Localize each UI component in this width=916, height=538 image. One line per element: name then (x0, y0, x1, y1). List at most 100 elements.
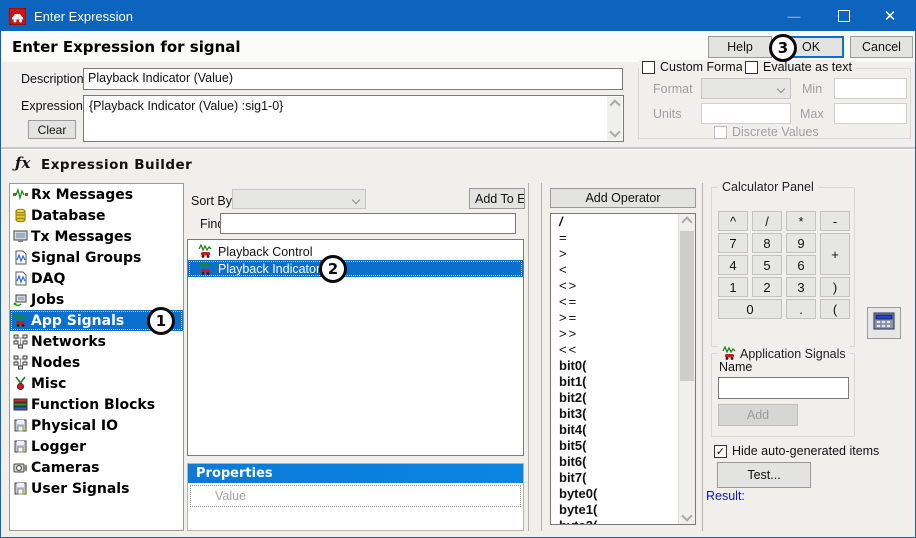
panel-splitter[interactable] (541, 183, 542, 531)
operator-item-byte0[interactable]: byte0( (551, 486, 695, 502)
calc-button-power[interactable]: ^ (718, 211, 748, 231)
sidebar-item-daq[interactable]: DAQ (10, 268, 183, 289)
checkbox-icon (714, 126, 727, 139)
operator-item-[interactable]: >> (551, 326, 695, 342)
calc-button-1[interactable]: 1 (718, 277, 748, 297)
scroll-up-icon[interactable] (609, 99, 620, 110)
minimize-button[interactable]: — (771, 1, 817, 31)
operator-item-[interactable]: << (551, 342, 695, 358)
chevron-down-icon (777, 85, 785, 93)
operator-item-bit2[interactable]: bit2( (551, 390, 695, 406)
floppy-icon (13, 481, 28, 496)
test-button[interactable]: Test... (717, 462, 811, 488)
clear-button[interactable]: Clear (28, 120, 76, 139)
calc-button-2[interactable]: 2 (752, 277, 782, 297)
sidebar-item-signal-groups[interactable]: Signal Groups (10, 247, 183, 268)
app-signal-icon (198, 244, 213, 259)
sidebar-item-function-blocks[interactable]: Function Blocks (10, 394, 183, 415)
calc-button-minus[interactable]: - (820, 211, 850, 231)
operator-item-[interactable]: <= (551, 294, 695, 310)
scroll-up-icon[interactable] (679, 214, 695, 230)
calc-button-6[interactable]: 6 (786, 255, 816, 275)
evaluate-as-text-checkbox[interactable]: Evaluate as text (742, 60, 855, 74)
help-button[interactable]: Help (708, 36, 772, 58)
calc-button-7[interactable]: 7 (718, 233, 748, 253)
open-calculator-button[interactable] (867, 307, 901, 339)
expression-scrollbar[interactable] (607, 97, 622, 140)
custom-format-checkbox[interactable]: Custom Format (639, 60, 749, 74)
add-operator-button[interactable]: Add Operator (550, 188, 696, 208)
panel-splitter[interactable] (528, 183, 529, 531)
operator-item-byte2[interactable]: byte2( (551, 518, 695, 525)
operator-item-bit5[interactable]: bit5( (551, 438, 695, 454)
operator-item-bit0[interactable]: bit0( (551, 358, 695, 374)
scrollbar-thumb[interactable] (680, 231, 694, 381)
sidebar-item-logger[interactable]: Logger (10, 436, 183, 457)
app-signal-icon (722, 346, 737, 361)
calc-button-8[interactable]: 8 (752, 233, 782, 253)
sidebar-item-nodes[interactable]: Nodes (10, 352, 183, 373)
operator-item-[interactable]: / (551, 214, 695, 230)
operator-item-[interactable]: > (551, 246, 695, 262)
fx-function-icon: ƒx (15, 154, 30, 172)
calc-button-3[interactable]: 3 (786, 277, 816, 297)
panel-splitter[interactable] (702, 183, 703, 531)
calc-button-9[interactable]: 9 (786, 233, 816, 253)
operator-scrollbar[interactable] (678, 214, 695, 524)
operator-item-byte1[interactable]: byte1( (551, 502, 695, 518)
signal-list-item-playback-indicator[interactable]: Playback Indicator (188, 260, 523, 277)
sidebar-item-physical-io[interactable]: Physical IO (10, 415, 183, 436)
sidebar-item-misc[interactable]: Misc (10, 373, 183, 394)
expression-field[interactable]: {Playback Indicator (Value) :sig1-0} (83, 95, 624, 142)
operator-item-bit7[interactable]: bit7( (551, 470, 695, 486)
enter-expression-dialog: Enter Expression — ✕ Enter Expression fo… (0, 0, 916, 538)
name-input[interactable] (718, 377, 849, 399)
checkbox-icon[interactable] (745, 61, 758, 74)
find-input[interactable] (220, 213, 516, 234)
operator-item-bit6[interactable]: bit6( (551, 454, 695, 470)
signal-list-item-playback-control[interactable]: Playback Control (188, 243, 523, 260)
maximize-button[interactable] (821, 1, 867, 31)
description-field[interactable]: Playback Indicator (Value) (83, 68, 623, 90)
sort-by-dropdown (232, 189, 366, 209)
calc-button-decimal[interactable]: . (786, 299, 816, 319)
properties-value-row[interactable]: Value (190, 485, 521, 507)
scroll-down-icon[interactable] (609, 126, 620, 137)
sidebar-item-cameras[interactable]: Cameras (10, 457, 183, 478)
scroll-down-icon[interactable] (679, 508, 695, 524)
close-button[interactable]: ✕ (867, 1, 913, 31)
operator-item-bit3[interactable]: bit3( (551, 406, 695, 422)
operator-item-[interactable]: >= (551, 310, 695, 326)
expression-value: {Playback Indicator (Value) :sig1-0} (89, 99, 283, 113)
max-field (834, 103, 907, 124)
properties-panel: Properties Value (187, 463, 524, 531)
operator-item-[interactable]: = (551, 230, 695, 246)
app-signal-icon (198, 261, 213, 276)
window-title: Enter Expression (34, 9, 133, 24)
add-to-expression-button[interactable]: Add To Ex (469, 188, 525, 209)
sidebar-item-rx-messages[interactable]: Rx Messages (10, 184, 183, 205)
chevron-down-icon (352, 196, 360, 204)
calc-button-close-paren[interactable]: ) (820, 277, 850, 297)
operator-item-bit4[interactable]: bit4( (551, 422, 695, 438)
calc-button-5[interactable]: 5 (752, 255, 782, 275)
jobs-icon (13, 292, 28, 307)
expression-builder-title: Expression Builder (41, 157, 192, 173)
checkbox-checked-icon[interactable]: ✓ (714, 445, 727, 458)
calc-button-divide[interactable]: / (752, 211, 782, 231)
calc-button-plus[interactable]: + (820, 233, 850, 275)
calc-button-multiply[interactable]: * (786, 211, 816, 231)
operator-item-[interactable]: <> (551, 278, 695, 294)
operator-item-[interactable]: < (551, 262, 695, 278)
checkbox-icon[interactable] (642, 61, 655, 74)
format-dropdown (701, 78, 791, 99)
operator-item-bit1[interactable]: bit1( (551, 374, 695, 390)
sidebar-item-user-signals[interactable]: User Signals (10, 478, 183, 499)
calc-button-open-paren[interactable]: ( (820, 299, 850, 319)
calc-button-4[interactable]: 4 (718, 255, 748, 275)
cancel-button[interactable]: Cancel (850, 36, 913, 58)
sidebar-item-database[interactable]: Database (10, 205, 183, 226)
sidebar-item-tx-messages[interactable]: Tx Messages (10, 226, 183, 247)
calc-button-0[interactable]: 0 (718, 299, 782, 319)
hide-auto-generated-checkbox[interactable]: ✓ Hide auto-generated items (711, 444, 882, 458)
